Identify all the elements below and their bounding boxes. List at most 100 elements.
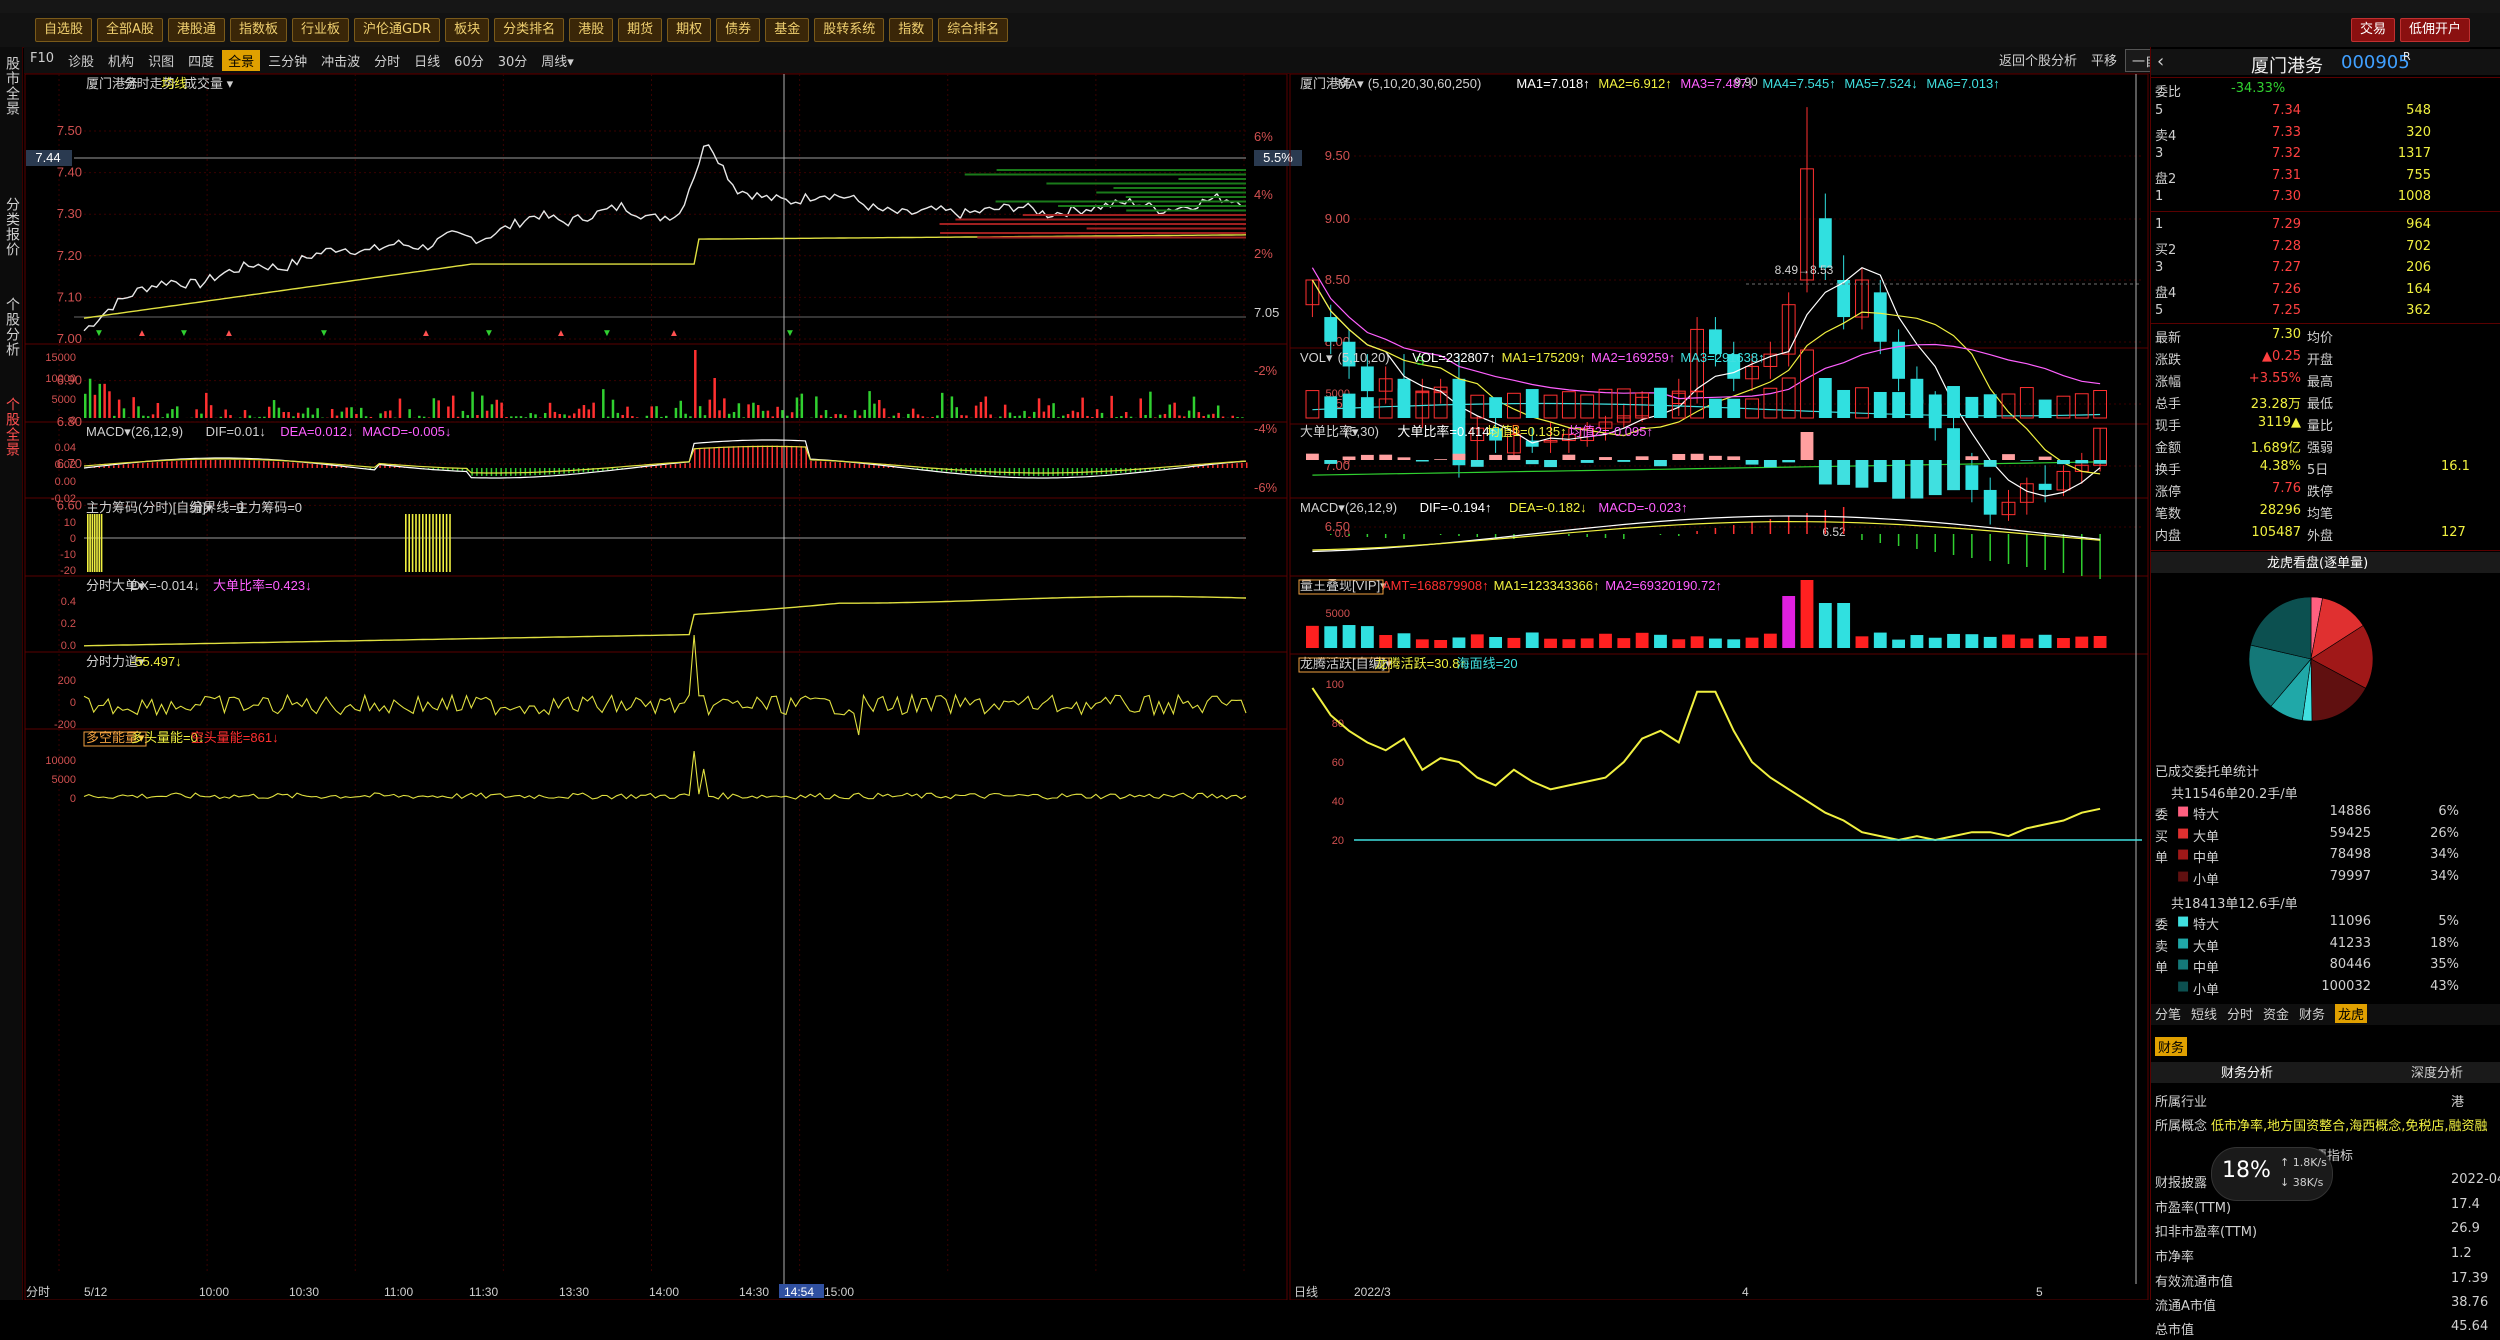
toolbar-button-15[interactable]: 综合排名: [938, 18, 1008, 42]
sell-row-3-cell-2: 755: [2351, 168, 2431, 183]
buy-order-row-2: 单■中单7849834%: [2151, 847, 2500, 868]
kline-amount-bar-7: [1434, 640, 1447, 648]
quote-bottom-tabs-cell-5[interactable]: 龙虎: [2335, 1004, 2367, 1023]
vol-bar-187: [989, 414, 992, 418]
trade-button[interactable]: 交易: [2351, 18, 2395, 42]
toolbar-button-1[interactable]: 全部A股: [97, 18, 163, 42]
kline-amount-bar-28: [1819, 603, 1832, 648]
subbar-right-button-0[interactable]: 返回个股分析: [1993, 49, 2083, 72]
toolbar-button-12[interactable]: 基金: [765, 18, 809, 42]
kline-vol-bar-37: [1984, 394, 1997, 418]
buy-order-row-3: ■小单7999734%: [2151, 869, 2500, 890]
fin-tab-cell-0[interactable]: 财务: [2155, 1037, 2187, 1056]
buy-order-row-0-cell-4: 6%: [2399, 804, 2459, 819]
tab-stock-overview[interactable]: 个股全景: [1, 387, 20, 467]
buy-row-1: 买27.28702: [2151, 239, 2500, 260]
subbar-button-10[interactable]: 60分: [448, 50, 490, 71]
toolbar-button-13[interactable]: 股转系统: [814, 18, 884, 42]
subbar-button-12[interactable]: 周线▾: [535, 50, 580, 71]
macd-hist-45: [302, 463, 304, 468]
stat-row-0: 最新7.30均价: [2151, 327, 2500, 348]
main-bar-1-9: [436, 514, 438, 572]
quote-bottom-tabs-cell-4[interactable]: 财务: [2299, 1004, 2325, 1023]
fin-subtabs-cell-1[interactable]: 深度分析: [2411, 1062, 2463, 1081]
stat-row-7-cell-1: 7.76: [2221, 481, 2301, 496]
toolbar-button-10[interactable]: 期权: [667, 18, 711, 42]
kline-ratio-bar-28: [1819, 460, 1832, 484]
toolbar-button-9[interactable]: 期货: [618, 18, 662, 42]
macd-hist-159: [854, 464, 856, 468]
vol-bar-127: [699, 406, 702, 418]
macd-hist-193: [1018, 468, 1020, 476]
main-bar-1-12: [446, 514, 448, 572]
fin-subtabs-cell-0[interactable]: 财务分析: [2221, 1062, 2273, 1081]
vol-bar-189: [999, 417, 1002, 418]
macd-hist-124: [684, 463, 686, 468]
vol-bar-57: [360, 408, 363, 418]
tab-stock-analysis[interactable]: 个股分析: [1, 287, 20, 367]
kline-amount-bar-0: [1306, 626, 1319, 648]
subbar-button-8[interactable]: 分时: [368, 50, 406, 71]
vol-bar-48: [316, 408, 319, 418]
subbar-button-3[interactable]: 识图: [142, 50, 180, 71]
kline-ratio-title-1: (5,30): [1345, 424, 1379, 439]
buy-order-row-3-cell-1: ■: [2177, 869, 2189, 884]
buy-order-row-0: 委■特大148866%: [2151, 804, 2500, 825]
subbar-button-7[interactable]: 冲击波: [315, 50, 366, 71]
toolbar-button-2[interactable]: 港股通: [168, 18, 225, 42]
tab-market-overview[interactable]: 股市全景: [1, 51, 20, 121]
macd-tick-1: 0.02: [55, 459, 76, 471]
subbar-button-2[interactable]: 机构: [102, 50, 140, 71]
kline-dragon-title-2: 海面线=20: [1457, 656, 1518, 671]
toolbar-button-5[interactable]: 沪伦通GDR: [354, 18, 440, 42]
vol-bar-132: [723, 398, 726, 418]
kline-macd-dea: [1312, 522, 2100, 550]
vol-bar-84: [491, 404, 494, 418]
kline-amount-bar-34: [1929, 638, 1942, 648]
macd-tick-0: 0.04: [55, 442, 76, 454]
subbar-button-1[interactable]: 诊股: [62, 50, 100, 71]
kline-dragon-line: [1312, 688, 2100, 840]
macd-hist-233: [1212, 465, 1214, 468]
toolbar-button-4[interactable]: 行业板: [292, 18, 349, 42]
vol-bar-216: [1130, 417, 1133, 418]
vol-bar-118: [655, 406, 658, 418]
toolbar-button-6[interactable]: 板块: [445, 18, 489, 42]
toolbar-button-8[interactable]: 港股: [569, 18, 613, 42]
vol-bar-193: [1018, 416, 1021, 418]
subbar-button-9[interactable]: 日线: [408, 50, 446, 71]
vol-bar-229: [1193, 397, 1196, 418]
subbar-button-4[interactable]: 四度: [182, 50, 220, 71]
macd-hist-119: [660, 465, 662, 468]
subbar-button-0[interactable]: F10: [24, 50, 60, 71]
quote-bottom-tabs-cell-0[interactable]: 分笔: [2155, 1004, 2181, 1023]
vol-bar-225: [1173, 403, 1176, 418]
kline-vol-bar-14: [1562, 392, 1575, 418]
ma60-line: [1312, 462, 2100, 475]
macd-hist-52: [336, 466, 338, 468]
open-account-button[interactable]: 低佣开户: [2400, 18, 2470, 42]
stat-row-9: 内盘105487外盘127: [2151, 525, 2500, 546]
subbar-button-11[interactable]: 30分: [492, 50, 534, 71]
volume-profile-bar-12: [940, 223, 1246, 225]
quote-bottom-tabs-cell-1[interactable]: 短线: [2191, 1004, 2217, 1023]
kline-vol-bar-34: [1929, 394, 1942, 418]
kline-amount-bar-3: [1361, 626, 1374, 648]
toolbar-button-11[interactable]: 债券: [716, 18, 760, 42]
vol-bar-5: [108, 391, 111, 418]
toolbar-button-7[interactable]: 分类排名: [494, 18, 564, 42]
pct-tick-0: 6%: [1254, 129, 1273, 144]
tab-category-quote[interactable]: 分类报价: [1, 187, 20, 267]
subbar-right-button-1[interactable]: 平移: [2085, 49, 2123, 72]
back-arrow-icon[interactable]: ‹: [2157, 51, 2164, 72]
toolbar-button-3[interactable]: 指数板: [230, 18, 287, 42]
quote-bottom-tabs-cell-2[interactable]: 分时: [2227, 1004, 2253, 1023]
price-tick-3: 7.20: [57, 248, 82, 263]
subbar-button-5[interactable]: 全景: [222, 50, 260, 71]
toolbar-button-0[interactable]: 自选股: [35, 18, 92, 42]
toolbar-button-14[interactable]: 指数: [889, 18, 933, 42]
subbar-button-6[interactable]: 三分钟: [262, 50, 313, 71]
quote-bottom-tabs-cell-3[interactable]: 资金: [2263, 1004, 2289, 1023]
kline-macd-title-2: DIF=-0.194↑: [1420, 500, 1492, 515]
vol-bar-228: [1188, 411, 1191, 418]
